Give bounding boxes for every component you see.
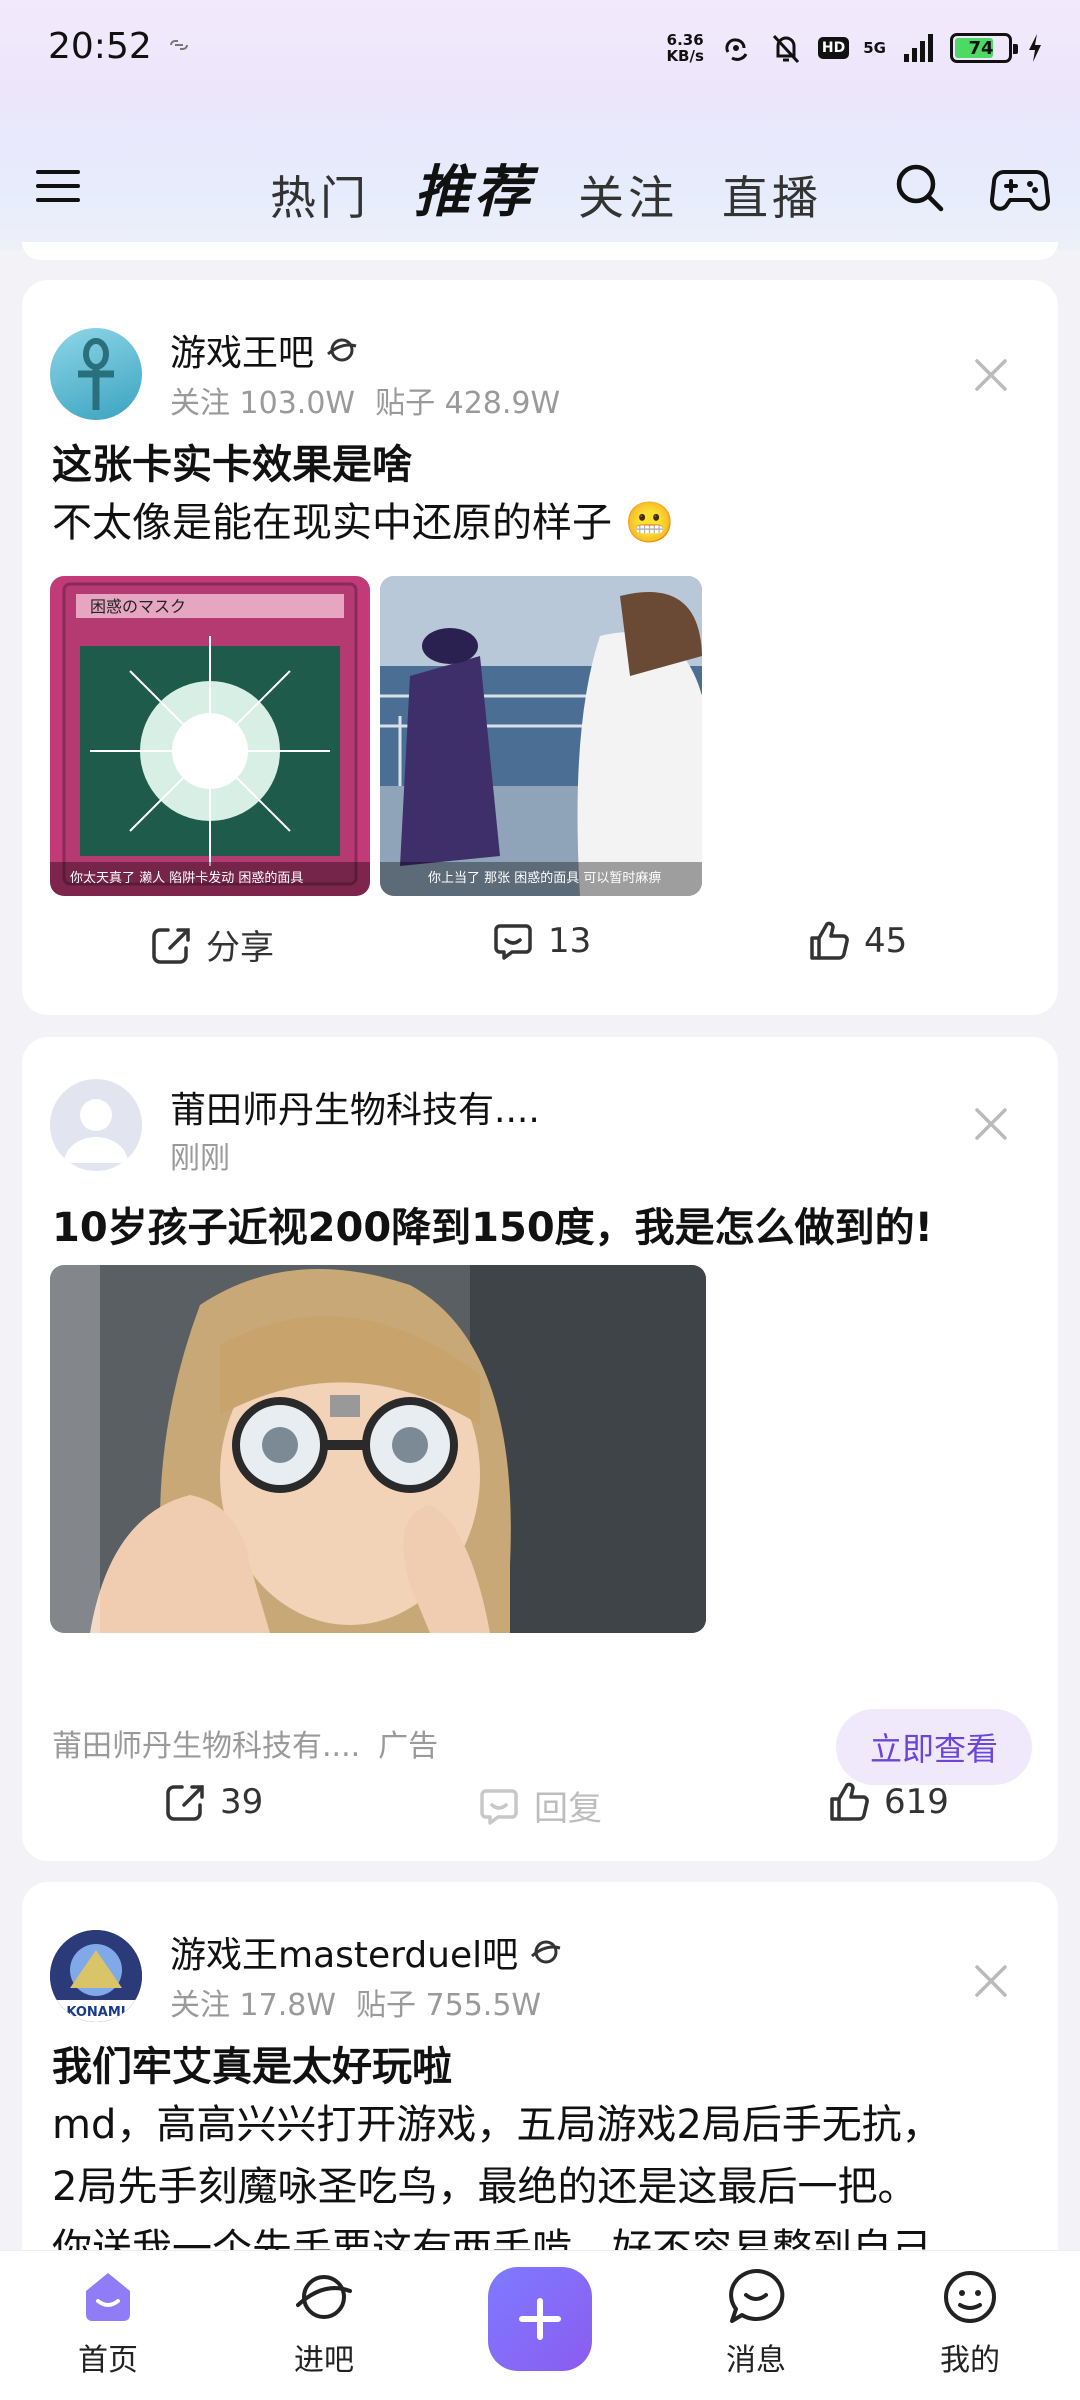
thumbs-up-icon — [810, 921, 849, 960]
ad-title[interactable]: 10岁孩子近视200降到150度，我是怎么做到的! — [52, 1195, 933, 1253]
tab-hot[interactable]: 热门 — [270, 162, 370, 228]
charging-icon — [1029, 34, 1041, 62]
advertiser-name[interactable]: 莆田师丹生物科技有.... — [170, 1081, 540, 1133]
post-actions: 分享 13 45 — [22, 920, 1058, 980]
advertiser-avatar[interactable] — [50, 1079, 142, 1171]
planet-icon — [531, 1940, 561, 1964]
forum-name[interactable]: 游戏王masterduel吧 — [170, 1926, 564, 1978]
post-title[interactable]: 这张卡实卡效果是啥 — [52, 432, 412, 490]
post-image-1[interactable]: 困惑のマスク 你太天真了 濑人 陷阱卡发动 困惑的面具 — [50, 576, 370, 896]
ad-image[interactable] — [50, 1265, 706, 1633]
like-button[interactable]: 619 — [828, 1781, 949, 1823]
share-icon — [166, 1785, 204, 1821]
top-navigation: 热门 推荐 关注 直播 — [0, 140, 1080, 240]
forum-name[interactable]: 游戏王吧 — [170, 324, 360, 376]
share-icon — [152, 927, 190, 964]
nav-forums[interactable]: 进吧 — [254, 2265, 394, 2379]
search-icon[interactable] — [894, 162, 946, 214]
nav-profile[interactable]: 我的 — [900, 2265, 1040, 2379]
network-type: 5G — [863, 39, 886, 57]
plus-icon — [519, 2298, 561, 2340]
close-icon[interactable] — [972, 356, 1010, 394]
nav-messages[interactable]: 消息 — [686, 2265, 826, 2379]
post-card[interactable]: KONAMI 游戏王masterduel吧 关注 17.8W 贴子 755.5W… — [22, 1882, 1058, 2302]
ad-actions: 39 回复 619 — [22, 1781, 1058, 1841]
link-icon — [170, 40, 188, 50]
network-speed: 6.36 KB/s — [666, 31, 704, 65]
previous-card-edge — [22, 242, 1058, 260]
post-image-2[interactable]: 你上当了 那张 困惑的面具 可以暂时麻痹 — [380, 576, 702, 896]
status-bar: 20:52 6.36 KB/s HD 5G 74 — [0, 0, 1080, 100]
forum-stats: 关注 103.0W 贴子 428.9W — [170, 386, 561, 421]
view-now-button[interactable]: 立即查看 — [836, 1709, 1032, 1785]
like-button[interactable]: 45 — [808, 920, 907, 962]
battery-indicator: 74 — [950, 33, 1018, 63]
comment-icon — [480, 1788, 518, 1825]
image-caption: 你上当了 那张 困惑的面具 可以暂时麻痹 — [428, 870, 661, 886]
comment-button[interactable]: 13 — [492, 920, 591, 962]
close-icon[interactable] — [972, 1962, 1010, 2000]
bottom-navigation: 首页 进吧 消息 我的 — [0, 2250, 1080, 2400]
post-body[interactable]: 不太像是能在现实中还原的样子 😬 — [52, 492, 675, 554]
svg-text:KONAMI: KONAMI — [66, 2005, 125, 2020]
create-post-button[interactable] — [488, 2267, 592, 2371]
home-icon — [86, 2273, 130, 2321]
forum-stats: 关注 17.8W 贴子 755.5W — [170, 1988, 542, 2023]
profile-icon — [944, 2271, 996, 2323]
image-caption: 你太天真了 濑人 陷阱卡发动 困惑的面具 — [70, 870, 303, 886]
tab-following[interactable]: 关注 — [578, 162, 678, 228]
comment-icon — [494, 924, 532, 960]
nav-home[interactable]: 首页 — [38, 2265, 178, 2379]
message-icon — [729, 2268, 785, 2323]
signal-icon — [904, 34, 933, 62]
feed-tabs: 热门 推荐 关注 直播 — [270, 148, 822, 228]
close-icon[interactable] — [972, 1105, 1010, 1143]
ad-card[interactable]: 莆田师丹生物科技有.... 刚刚 10岁孩子近视200降到150度，我是怎么做到… — [22, 1037, 1058, 1861]
forum-avatar[interactable]: KONAMI — [50, 1930, 142, 2022]
menu-icon[interactable] — [34, 162, 82, 210]
post-title[interactable]: 我们牢艾真是太好玩啦 — [52, 2034, 452, 2092]
post-time: 刚刚 — [170, 1141, 230, 1176]
reply-button[interactable]: 回复 — [478, 1781, 602, 1830]
gamepad-icon[interactable] — [990, 162, 1050, 214]
forum-avatar[interactable] — [50, 328, 142, 420]
ad-source-row: 莆田师丹生物科技有.... 广告 立即查看 — [52, 1709, 1032, 1785]
tab-live[interactable]: 直播 — [722, 162, 822, 228]
hd-badge: HD — [817, 37, 850, 59]
ad-source: 莆田师丹生物科技有.... 广告 — [52, 1729, 439, 1764]
share-button[interactable]: 39 — [164, 1781, 263, 1823]
thumbs-up-icon — [830, 1782, 869, 1821]
tab-recommended[interactable]: 推荐 — [414, 147, 534, 228]
mute-bell-icon — [772, 34, 800, 64]
clock: 20:52 — [48, 26, 152, 67]
planet-icon — [296, 2275, 352, 2319]
share-button[interactable]: 分享 — [150, 920, 274, 969]
planet-icon — [327, 338, 357, 362]
card-name-text: 困惑のマスク — [90, 597, 186, 616]
hotspot-icon — [725, 38, 748, 61]
post-card[interactable]: 游戏王吧 关注 103.0W 贴子 428.9W 这张卡实卡效果是啥 不太像是能… — [22, 280, 1058, 1015]
